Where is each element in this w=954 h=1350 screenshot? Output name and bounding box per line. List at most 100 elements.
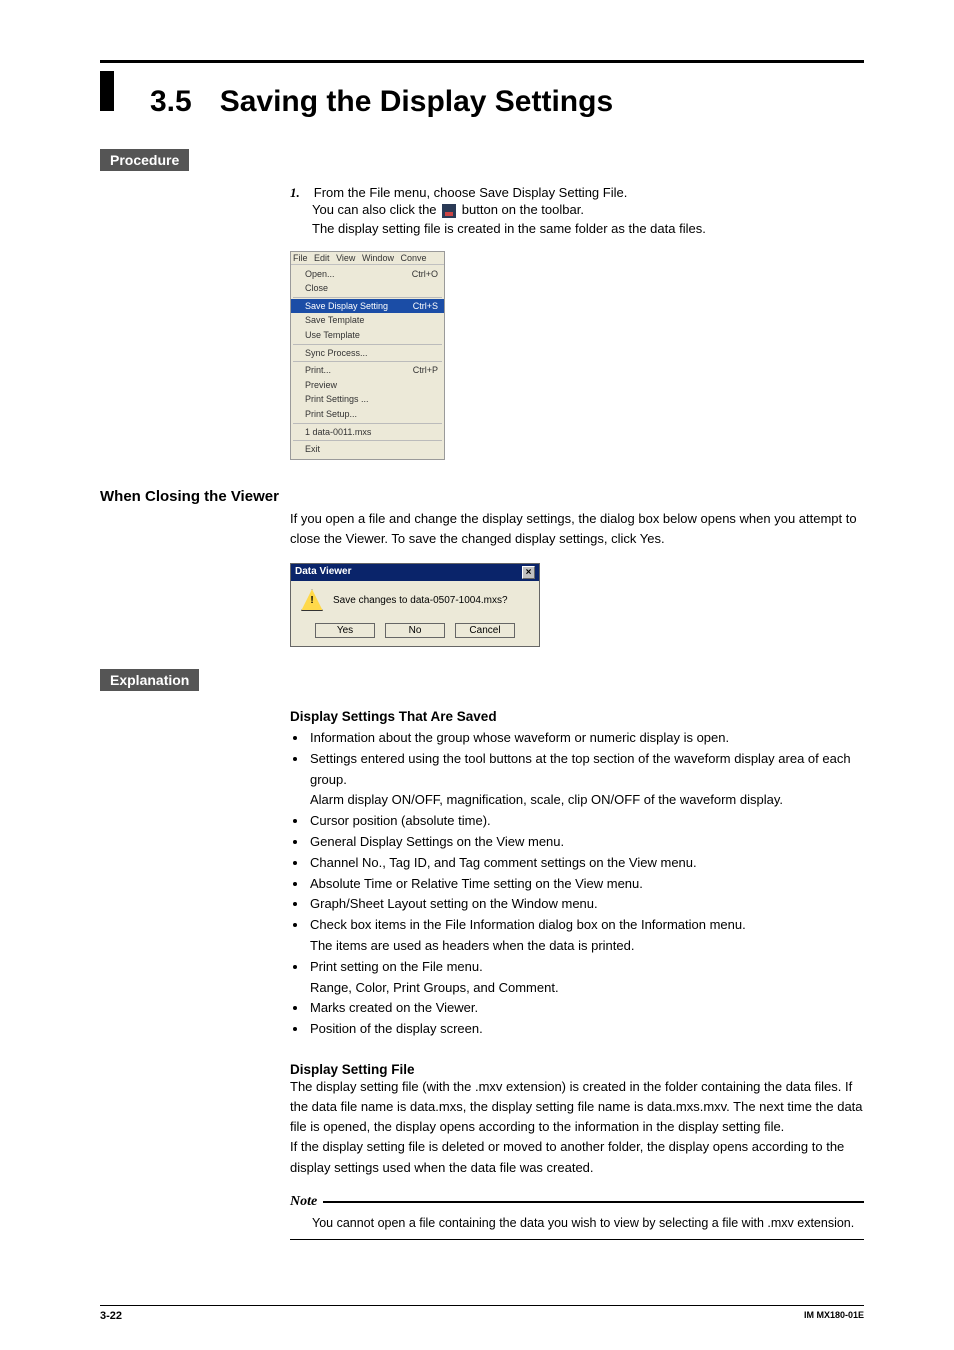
list-item: Settings entered using the tool buttons … [308,749,864,811]
list-item: Check box items in the File Information … [308,915,864,957]
list-item-text: Cursor position (absolute time). [310,813,491,828]
menu-item[interactable]: Print... Ctrl+P [291,363,444,378]
closing-paragraph: If you open a file and change the displa… [290,509,864,549]
list-item-subtext: The items are used as headers when the d… [310,936,864,957]
note-block: Note You cannot open a file containing t… [290,1194,864,1240]
menu-window: Window [362,253,394,263]
menu-file: File [293,253,308,263]
display-setting-file-heading: Display Setting File [290,1062,864,1077]
save-dialog: Data Viewer × ! Save changes to data-050… [290,563,540,647]
list-item: Information about the group whose wavefo… [308,728,864,749]
list-item: Absolute Time or Relative Time setting o… [308,874,864,895]
page-title-row: 3.5 Saving the Display Settings [100,71,864,119]
menu-item[interactable]: Preview [291,378,444,393]
menu-item-label: Close [305,282,328,295]
substep-2: The display setting file is created in t… [312,220,864,239]
menu-item-label: Exit [305,443,320,456]
explanation-tag: Explanation [100,669,199,691]
menu-item[interactable]: Open... Ctrl+O [291,267,444,282]
menu-separator [293,344,442,345]
menu-item[interactable]: Exit [291,442,444,457]
menu-item-accel: Ctrl+S [413,300,438,313]
list-item-subtext: Alarm display ON/OFF, magnification, sca… [310,790,864,811]
menu-item-label: Print Setup... [305,408,357,421]
substep-1b: button on the toolbar. [462,202,584,217]
note-text: You cannot open a file containing the da… [290,1210,864,1240]
menu-item-accel: Ctrl+P [413,364,438,377]
step-1: 1. From the File menu, choose Save Displ… [290,185,864,201]
menu-item-label: Sync Process... [305,347,368,360]
menu-item-label: Print Settings ... [305,393,369,406]
list-item-text: Settings entered using the tool buttons … [310,751,851,787]
file-menu-screenshot: File Edit View Window Conve Open... Ctrl+… [290,251,445,460]
list-item-subtext: Range, Color, Print Groups, and Comment. [310,978,864,999]
list-item-text: Check box items in the File Information … [310,917,746,932]
title-accent [100,71,114,111]
menu-item[interactable]: Print Settings ... [291,392,444,407]
list-item-text: Channel No., Tag ID, and Tag comment set… [310,855,697,870]
menu-bar: File Edit View Window Conve [291,252,444,265]
step-number: 1. [290,185,300,201]
menu-item-label: Print... [305,364,331,377]
cancel-button[interactable]: Cancel [455,623,515,638]
no-button[interactable]: No [385,623,445,638]
page-footer: 3-22 IM MX180-01E [100,1305,864,1322]
yes-button[interactable]: Yes [315,623,375,638]
procedure-section: Procedure 1. From the File menu, choose … [100,149,864,460]
list-item: General Display Settings on the View men… [308,832,864,853]
display-setting-file-para: The display setting file (with the .mxv … [290,1077,864,1178]
menu-item-label: Save Template [305,314,364,327]
note-label: Note [290,1194,317,1210]
menu-item[interactable]: Sync Process... [291,346,444,361]
menu-item-label: Open... [305,268,335,281]
saved-settings-heading: Display Settings That Are Saved [290,709,864,724]
section-title: Saving the Display Settings [220,85,613,119]
explanation-section: Explanation Display Settings That Are Sa… [100,669,864,1239]
save-icon [442,204,456,218]
list-item-text: Graph/Sheet Layout setting on the Window… [310,896,598,911]
list-item: Print setting on the File menu. Range, Co… [308,957,864,999]
menu-item-label: 1 data-0011.mxs [305,426,371,439]
menu-dropdown: Open... Ctrl+O Close Save Display Setting Ct… [291,265,444,459]
closing-heading: When Closing the Viewer [100,488,864,505]
menu-separator [293,423,442,424]
substep-1a: You can also click the [312,202,440,217]
menu-conve: Conve [400,253,426,263]
list-item: Cursor position (absolute time). [308,811,864,832]
list-item-text: Information about the group whose wavefo… [310,730,729,745]
dialog-title: Data Viewer [295,566,352,579]
menu-item[interactable]: Save Display Setting Ctrl+S [291,299,444,314]
list-item-text: Print setting on the File menu. [310,959,483,974]
list-item-text: Marks created on the Viewer. [310,1000,478,1015]
step-text: From the File menu, choose Save Display … [314,185,628,201]
menu-view: View [336,253,355,263]
list-item: Graph/Sheet Layout setting on the Window… [308,894,864,915]
menu-item[interactable]: 1 data-0011.mxs [291,425,444,440]
list-item-text: Absolute Time or Relative Time setting o… [310,876,643,891]
menu-edit: Edit [314,253,330,263]
close-icon[interactable]: × [522,566,535,579]
menu-separator [293,297,442,298]
menu-separator [293,440,442,441]
menu-item[interactable]: Save Template [291,313,444,328]
menu-item[interactable]: Use Template [291,328,444,343]
note-rule [323,1201,864,1203]
doc-id: IM MX180-01E [804,1310,864,1322]
menu-item[interactable]: Print Setup... [291,407,444,422]
warning-icon: ! [301,589,323,611]
procedure-tag: Procedure [100,149,189,171]
menu-item-label: Use Template [305,329,360,342]
menu-item-accel: Ctrl+O [412,268,438,281]
list-item: Position of the display screen. [308,1019,864,1040]
saved-settings-list: Information about the group whose wavefo… [290,728,864,1040]
list-item-text: Position of the display screen. [310,1021,483,1036]
menu-item[interactable]: Close [291,281,444,296]
menu-item-label: Save Display Setting [305,300,388,313]
top-rule [100,60,864,63]
menu-separator [293,361,442,362]
menu-item-label: Preview [305,379,337,392]
page-number: 3-22 [100,1310,122,1322]
section-number: 3.5 [150,85,192,119]
list-item: Marks created on the Viewer. [308,998,864,1019]
list-item: Channel No., Tag ID, and Tag comment set… [308,853,864,874]
